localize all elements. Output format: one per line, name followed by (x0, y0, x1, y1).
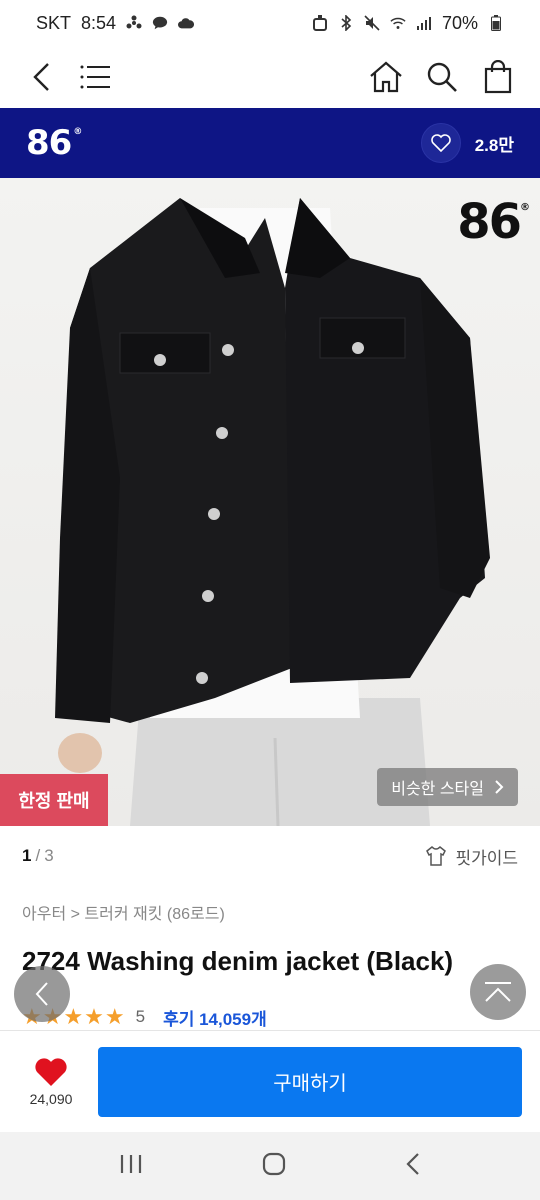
buy-button[interactable]: 구매하기 (98, 1046, 522, 1117)
recent-apps-button[interactable] (119, 1153, 143, 1180)
carrier-label: SKT (36, 12, 72, 33)
clock: 8:54 (81, 12, 117, 33)
back-nav-button[interactable] (405, 1152, 421, 1181)
similar-style-button[interactable]: 비슷한 스타일 (377, 768, 518, 806)
battery-percent: 70% (441, 12, 478, 33)
image-brand-logo-mark: ® (520, 202, 530, 213)
cloud-icon (178, 15, 195, 31)
signal-icon (416, 15, 432, 31)
rating-score: 5 (135, 1007, 146, 1026)
image-brand-logo-text: 86 (457, 194, 522, 250)
top-nav (0, 46, 540, 108)
pager-row: 1 / 3 핏가이드 (0, 826, 540, 886)
search-icon (427, 62, 457, 92)
product-image[interactable]: 86 ® 한정 판매 비슷한 스타일 (0, 178, 540, 826)
image-brand-logo: 86 ® (457, 194, 530, 250)
heart-filled-icon (35, 1057, 67, 1086)
limited-sale-badge: 한정 판매 (0, 774, 108, 826)
fan-icon (126, 15, 142, 31)
chevron-left-icon (35, 982, 48, 1006)
status-bar: SKT 8:54 70% (0, 0, 540, 46)
brand-bar[interactable]: 86 ® 2.8만 (0, 108, 540, 178)
mute-icon (364, 15, 380, 31)
breadcrumb[interactable]: 아우터 > 트러커 재킷 (86로드) (22, 900, 225, 924)
product-title: 2724 Washing denim jacket (Black) (22, 946, 454, 976)
talk-icon (152, 15, 168, 31)
chevron-left-icon (33, 63, 49, 91)
back-button[interactable] (20, 55, 64, 99)
shirt-icon (426, 845, 447, 866)
home-button[interactable] (364, 55, 408, 99)
alarm-icon (312, 15, 328, 31)
pager-total: 3 (44, 846, 54, 865)
menu-button[interactable] (74, 55, 118, 99)
arrow-up-icon (485, 982, 511, 1002)
recent-apps-icon (120, 1154, 142, 1173)
brand-logo[interactable]: 86 ® (26, 123, 82, 163)
brand-logo-mark: ® (73, 127, 82, 137)
battery-icon (488, 15, 504, 31)
pager-separator: / (35, 846, 41, 865)
bottom-bar: 24,090 구매하기 (0, 1030, 540, 1132)
brand-like-count: 2.8만 (474, 135, 514, 155)
pager-current: 1 (22, 846, 32, 865)
wishlist-button[interactable]: 24,090 (16, 1057, 86, 1107)
heart-outline-icon (430, 134, 451, 152)
menu-icon (80, 65, 110, 89)
floating-back-button[interactable] (14, 966, 70, 1022)
home-nav-button[interactable] (261, 1151, 287, 1182)
home-icon (370, 61, 402, 93)
fit-guide-label: 핏가이드 (455, 848, 518, 868)
bluetooth-icon (338, 15, 354, 31)
brand-logo-text: 86 (26, 123, 72, 163)
shopping-bag-icon (484, 60, 512, 94)
denim-jacket-photo (55, 198, 490, 826)
fit-guide-button[interactable]: 핏가이드 (425, 844, 518, 869)
android-nav-bar (0, 1132, 540, 1200)
similar-style-label: 비슷한 스타일 (391, 781, 484, 798)
brand-like-button[interactable] (420, 123, 461, 163)
review-count-link[interactable]: 후기 14,059개 (163, 1005, 267, 1030)
back-arrow-icon (406, 1152, 419, 1175)
wishlist-count: 24,090 (29, 1090, 73, 1107)
chevron-right-icon (495, 780, 504, 794)
scroll-top-button[interactable] (470, 964, 526, 1020)
cart-button[interactable] (476, 55, 520, 99)
search-button[interactable] (420, 55, 464, 99)
wifi-icon (390, 15, 406, 31)
home-circle-icon (262, 1152, 286, 1175)
